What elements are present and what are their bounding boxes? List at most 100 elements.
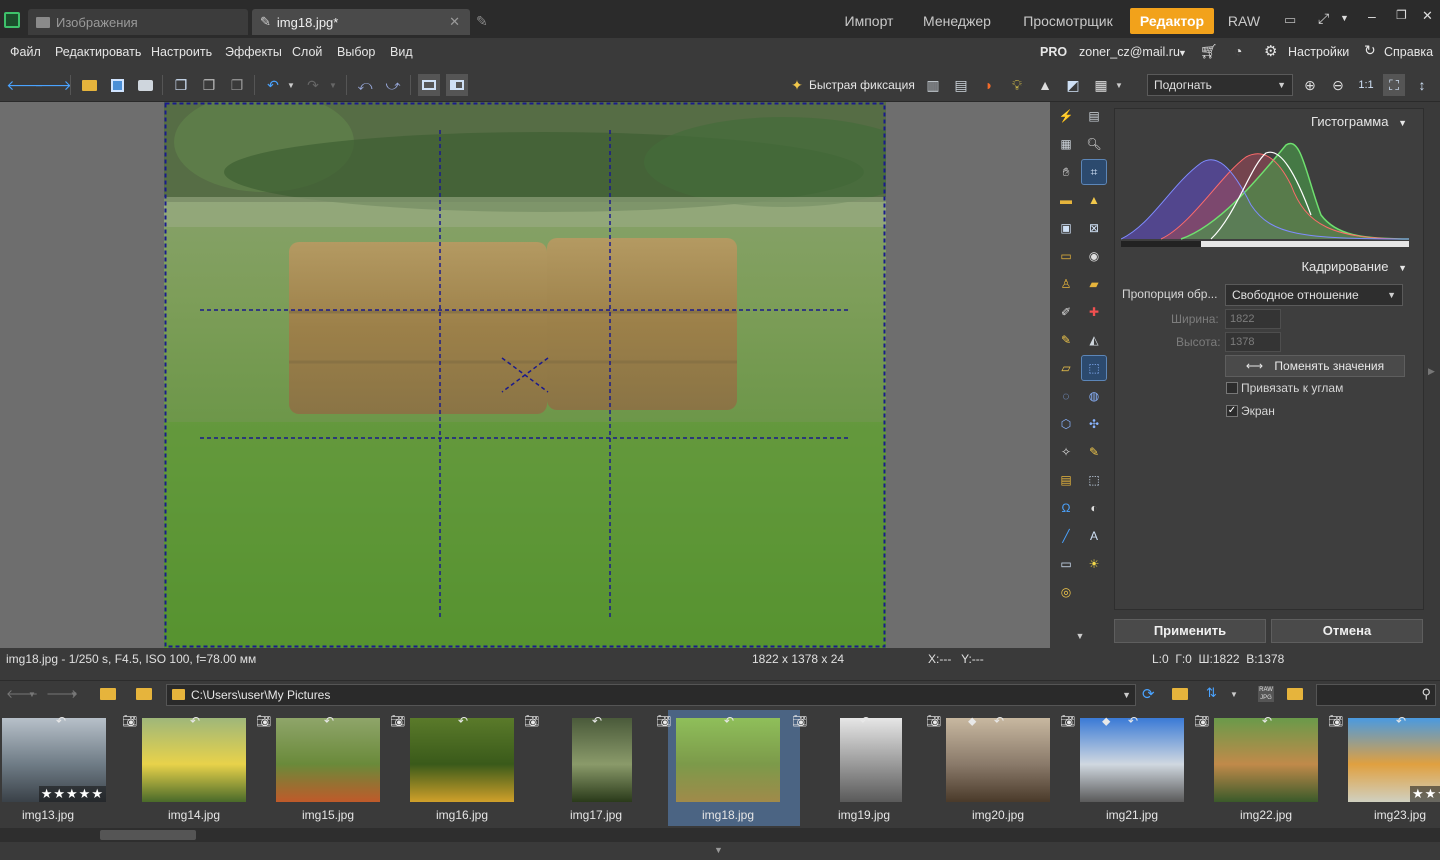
curves-icon[interactable]: ▤ (950, 74, 972, 96)
histogram-header[interactable]: Гистограмма ▼ (1311, 114, 1407, 129)
zoom-fit-height-icon[interactable]: ↕ (1411, 74, 1433, 96)
chevron-down-icon[interactable]: ▼ (1108, 74, 1130, 96)
height-spinner[interactable]: 1378 (1225, 332, 1281, 352)
thumbnail-img17[interactable]: 📷︎ ↶ img17.jpg (524, 710, 668, 826)
crop-header[interactable]: Кадрирование ▼ (1301, 259, 1407, 274)
chevron-down-icon[interactable]: ▼ (70, 690, 78, 699)
forward-arrow-icon[interactable]: 🡒 (34, 74, 72, 96)
chevron-down-icon[interactable]: ▼ (1340, 13, 1349, 23)
calculator-tool-icon[interactable]: ▦ (1054, 132, 1078, 156)
path-field[interactable]: C:\Users\user\My Pictures ▼ (166, 684, 1136, 706)
account-email[interactable]: zoner_cz@mail.ru (1079, 45, 1180, 59)
zoom-actual-icon[interactable]: 1:1 (1355, 74, 1377, 96)
raw-jpg-icon[interactable]: RAW JPG (1258, 686, 1274, 702)
cancel-button[interactable]: Отмена (1271, 619, 1423, 643)
symbol-tool-icon[interactable]: Ω (1054, 496, 1078, 520)
tab-img18[interactable]: ✎ img18.jpg* ✕ (252, 9, 470, 35)
magnetic-lasso-tool-icon[interactable]: ✣ (1082, 412, 1106, 436)
straighten-tool-icon[interactable]: ▬ (1054, 188, 1078, 212)
effect-tool-icon[interactable]: ◎ (1054, 580, 1078, 604)
chevron-down-icon[interactable]: ▼ (280, 74, 302, 96)
quick-fix-tool-icon[interactable]: ⚡ (1054, 104, 1078, 128)
gradient-tool-icon[interactable]: ▤ (1054, 468, 1078, 492)
minimize-icon[interactable]: – (1368, 8, 1376, 24)
sort-icon[interactable]: ⇅ (1206, 685, 1217, 701)
quick-fix-button[interactable]: Быстрая фиксация (809, 78, 915, 92)
rating-stars[interactable]: ★★★ (1410, 786, 1440, 802)
menu-layer[interactable]: Слой (292, 45, 322, 59)
menu-adjust[interactable]: Настроить (151, 45, 212, 59)
distort-tool-icon[interactable]: ⊠ (1082, 216, 1106, 240)
rss-icon[interactable]: ◔ (1234, 43, 1242, 59)
mode-viewer[interactable]: Просмотрщик (1012, 8, 1124, 34)
brush-tool-icon[interactable]: ✐ (1054, 300, 1078, 324)
image-canvas[interactable] (0, 102, 1050, 648)
text-tool-icon[interactable]: A (1082, 524, 1106, 548)
snap-corners-checkbox[interactable] (1226, 382, 1238, 394)
color-icon[interactable]: ◗ (978, 74, 1000, 96)
mode-import[interactable]: Импорт (836, 8, 902, 34)
thumbnail-img22[interactable]: 📷︎ ↶ img22.jpg (1194, 710, 1338, 826)
fullscreen-icon[interactable]: ⤢ (1318, 10, 1329, 27)
ellipse-select-tool-icon[interactable]: ◌ (1054, 384, 1078, 408)
hand-tool-icon[interactable]: ✋︎ (1054, 160, 1078, 184)
print-icon[interactable] (134, 74, 156, 96)
thumbnail-img21[interactable]: 📷︎ ⬥ ↶ img21.jpg (1060, 710, 1204, 826)
search-icon[interactable]: ⚲ (1421, 686, 1431, 702)
zoom-fit-icon[interactable]: ⛶ (1383, 74, 1405, 96)
thumbnail-img20[interactable]: 📷︎ ⬥ ↶ img20.jpg (926, 710, 1070, 826)
mode-manager[interactable]: Менеджер (916, 8, 998, 34)
gear-icon[interactable]: ⚙ (1264, 42, 1277, 60)
selection-brush-tool-icon[interactable]: ✎ (1082, 440, 1106, 464)
single-view-icon[interactable] (418, 74, 440, 96)
stamp-tool-icon[interactable]: ♙ (1054, 272, 1078, 296)
panorama-tool-icon[interactable]: ▭ (1054, 552, 1078, 576)
zoom-tool-icon[interactable]: 🔍︎ (1082, 132, 1106, 156)
refresh-icon[interactable]: ⟳ (1142, 685, 1155, 703)
chevron-down-icon[interactable]: ▼ (1122, 685, 1131, 705)
back-arrow-icon[interactable]: 🡐 (6, 74, 44, 96)
zoom-select[interactable]: Подогнать ▼ (1147, 74, 1293, 96)
paste-layer-icon[interactable]: ❐ (226, 74, 248, 96)
rotate-right-icon[interactable]: ⤻ (382, 74, 404, 96)
swap-values-button[interactable]: ⟷ Поменять значения (1225, 355, 1405, 377)
healing-tool-icon[interactable]: ✚ (1082, 300, 1106, 324)
red-eye-tool-icon[interactable]: ◉ (1082, 244, 1106, 268)
magic-wand-icon[interactable]: ✦ (786, 74, 808, 96)
chevron-down-icon[interactable]: ▼ (1178, 48, 1187, 58)
shape-tool-icon[interactable]: ◐ (1082, 496, 1106, 520)
smart-erase-tool-icon[interactable]: ▰ (1082, 272, 1106, 296)
print-tool-icon[interactable]: ▤ (1082, 104, 1106, 128)
help-link[interactable]: Справка (1384, 45, 1433, 59)
sharpen-icon[interactable]: ▲ (1034, 74, 1056, 96)
perspective-tool-icon[interactable]: ▲ (1082, 188, 1106, 212)
eraser-tool-icon[interactable]: ▱ (1054, 356, 1078, 380)
thumbnail-img18[interactable]: 📷︎ ↶ img18.jpg (656, 710, 800, 826)
tab-images[interactable]: Изображения (28, 9, 248, 35)
pencil-tool-icon[interactable]: ✎ (1054, 328, 1078, 352)
paste-icon[interactable]: ❐ (198, 74, 220, 96)
filmstrip-scrollbar[interactable] (0, 828, 1440, 842)
search-input[interactable]: ⚲ (1316, 684, 1436, 706)
rating-stars[interactable]: ★★★★★ (38, 786, 106, 802)
monitor-icon[interactable]: ▭ (1284, 12, 1296, 28)
levels-icon[interactable]: ▥ (922, 74, 944, 96)
thumbnail-img13[interactable]: ★★★★★ ↶ img13.jpg (0, 710, 132, 826)
compare-view-icon[interactable] (446, 74, 468, 96)
cart-icon[interactable]: 🛒︎ (1200, 43, 1218, 60)
mode-editor[interactable]: Редактор (1130, 8, 1214, 34)
light-bulb-icon[interactable]: 💡︎ (1006, 74, 1028, 96)
browse-folder-icon[interactable] (1287, 688, 1303, 700)
magic-select-tool-icon[interactable]: ✧ (1054, 440, 1078, 464)
line-tool-icon[interactable]: ╱ (1054, 524, 1078, 548)
scrollbar-thumb[interactable] (100, 830, 196, 840)
resize-tool-icon[interactable]: ▣ (1054, 216, 1078, 240)
polygon-select-tool-icon[interactable]: ⬡ (1054, 412, 1078, 436)
layer-tool-icon[interactable]: ▭ (1054, 244, 1078, 268)
thumbnail-img15[interactable]: 📷︎ ↶ img15.jpg (256, 710, 400, 826)
thumbnail-img23[interactable]: ★★★ 📷︎ ↶ img23.jpg (1328, 710, 1440, 826)
more-tools-icon[interactable]: ▼ (1068, 624, 1092, 648)
menu-select[interactable]: Выбор (337, 45, 375, 59)
frame-tool-icon[interactable]: ⬚ (1082, 468, 1106, 492)
menu-file[interactable]: Файл (10, 45, 41, 59)
